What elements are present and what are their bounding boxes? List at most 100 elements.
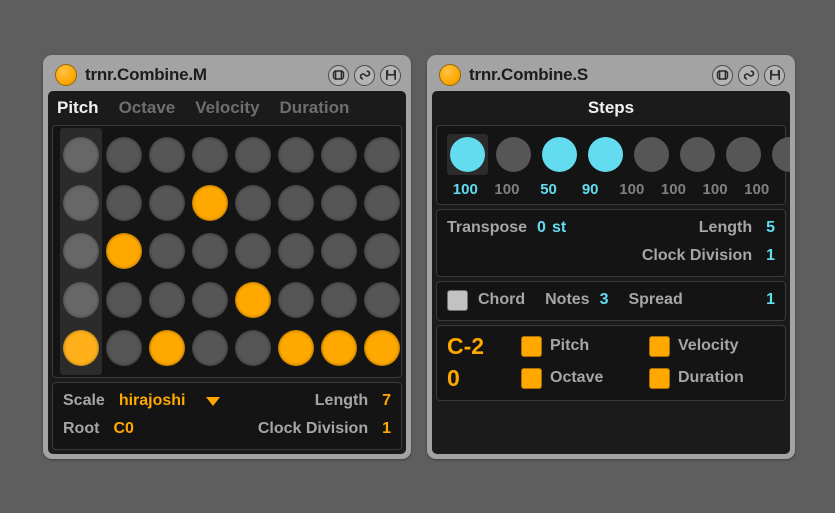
tab-duration[interactable]: Duration [280, 98, 350, 118]
pitch-cell-r4-c8[interactable] [364, 279, 400, 320]
duration-checkbox[interactable] [649, 368, 670, 389]
pitch-cell-r5-c4[interactable] [192, 328, 228, 369]
velocity-checkbox[interactable] [649, 336, 670, 357]
pitch-cell-r3-c4[interactable] [192, 231, 228, 272]
step-value-4[interactable]: 90 [572, 181, 609, 198]
pitch-cell-r5-c2[interactable] [106, 328, 142, 369]
clock-division-value[interactable]: 1 [766, 247, 775, 265]
pitch-cell-r2-c3[interactable] [149, 182, 185, 223]
pitch-cell-r1-c3[interactable] [149, 134, 185, 175]
tab-octave[interactable]: Octave [119, 98, 176, 118]
tab-pitch[interactable]: Pitch [57, 98, 99, 118]
pitch-dot-off [278, 185, 314, 221]
step-value-6[interactable]: 100 [655, 181, 692, 198]
step-value-5[interactable]: 100 [614, 181, 651, 198]
pitch-checkbox[interactable] [521, 336, 542, 357]
patcher-edit-icon[interactable] [712, 65, 733, 86]
pitch-cell-r2-c4[interactable] [192, 182, 228, 223]
pitch-cell-r1-c6[interactable] [278, 134, 314, 175]
spread-label: Spread [628, 291, 682, 309]
pitch-cell-r1-c5[interactable] [235, 134, 271, 175]
pitch-cell-r2-c1[interactable] [63, 182, 99, 223]
save-icon[interactable] [764, 65, 785, 86]
pitch-cell-r2-c7[interactable] [321, 182, 357, 223]
pitch-cell-r1-c4[interactable] [192, 134, 228, 175]
toggle-octave[interactable]: Octave [521, 368, 649, 389]
pitch-cell-r5-c5[interactable] [235, 328, 271, 369]
transpose-value[interactable]: 0 [537, 219, 546, 237]
pitch-cell-r1-c1[interactable] [63, 134, 99, 175]
pitch-cell-r1-c2[interactable] [106, 134, 142, 175]
pitch-cell-r2-c8[interactable] [364, 182, 400, 223]
pitch-cell-r4-c1[interactable] [63, 279, 99, 320]
save-icon[interactable] [380, 65, 401, 86]
chevron-down-icon[interactable] [206, 397, 220, 406]
notes-value[interactable]: 3 [600, 291, 609, 309]
toggle-velocity[interactable]: Velocity [649, 336, 777, 357]
step-cell-1[interactable] [447, 134, 488, 175]
step-value-1[interactable]: 100 [447, 181, 484, 198]
pitch-cell-r4-c7[interactable] [321, 279, 357, 320]
pitch-cell-r2-c5[interactable] [235, 182, 271, 223]
step-cell-5[interactable] [631, 134, 672, 175]
step-dot-on [588, 137, 623, 172]
octave-value[interactable]: 0 [447, 365, 521, 392]
power-led-icon[interactable] [55, 64, 77, 86]
pitch-dot-off [149, 137, 185, 173]
pitch-cell-r1-c7[interactable] [321, 134, 357, 175]
step-values[interactable]: 1001005090100100100100 [447, 181, 775, 198]
pitch-cell-r5-c3[interactable] [149, 328, 185, 369]
toggle-duration[interactable]: Duration [649, 368, 777, 389]
link-icon[interactable] [354, 65, 375, 86]
pitch-cell-r1-c8[interactable] [364, 134, 400, 175]
pitch-cell-r4-c2[interactable] [106, 279, 142, 320]
step-cell-6[interactable] [677, 134, 718, 175]
pitch-cell-r4-c3[interactable] [149, 279, 185, 320]
master-parameters: Scale hirajoshi Length 7 Root C0 Clock D… [52, 382, 402, 450]
patcher-edit-icon[interactable] [328, 65, 349, 86]
step-cell-4[interactable] [585, 134, 626, 175]
pitch-cell-r3-c8[interactable] [364, 231, 400, 272]
note-value[interactable]: C-2 [447, 333, 521, 360]
pitch-cell-r5-c1[interactable] [63, 328, 99, 369]
step-value-8[interactable]: 100 [738, 181, 775, 198]
pitch-cell-r3-c5[interactable] [235, 231, 271, 272]
pitch-cell-r5-c8[interactable] [364, 328, 400, 369]
octave-checkbox[interactable] [521, 368, 542, 389]
pitch-cell-r5-c7[interactable] [321, 328, 357, 369]
step-cell-3[interactable] [539, 134, 580, 175]
link-icon[interactable] [738, 65, 759, 86]
pitch-cell-r4-c4[interactable] [192, 279, 228, 320]
chord-checkbox[interactable] [447, 290, 468, 311]
scale-value[interactable]: hirajoshi [119, 392, 186, 410]
pitch-cell-r4-c5[interactable] [235, 279, 271, 320]
clock-division-value[interactable]: 1 [382, 420, 391, 438]
pitch-cell-r5-c6[interactable] [278, 328, 314, 369]
transpose-unit: st [552, 219, 566, 237]
step-circles[interactable] [447, 134, 775, 175]
pitch-cell-r2-c6[interactable] [278, 182, 314, 223]
toggle-pitch[interactable]: Pitch [521, 336, 649, 357]
pitch-cell-r3-c7[interactable] [321, 231, 357, 272]
pitch-cell-r3-c2[interactable] [106, 231, 142, 272]
pitch-grid-cells[interactable] [63, 134, 391, 369]
step-value-7[interactable]: 100 [697, 181, 734, 198]
pitch-cell-r2-c2[interactable] [106, 182, 142, 223]
output-row-1: C-2 Pitch Velocity [447, 330, 775, 362]
pitch-cell-r4-c6[interactable] [278, 279, 314, 320]
step-cell-2[interactable] [493, 134, 534, 175]
step-cell-7[interactable] [723, 134, 764, 175]
length-value[interactable]: 5 [766, 219, 775, 237]
step-value-3[interactable]: 50 [530, 181, 567, 198]
pitch-cell-r3-c3[interactable] [149, 231, 185, 272]
power-led-icon[interactable] [439, 64, 461, 86]
pitch-cell-r3-c6[interactable] [278, 231, 314, 272]
output-section: C-2 Pitch Velocity 0 Octave Dur [436, 325, 786, 401]
length-value[interactable]: 7 [382, 392, 391, 410]
step-value-2[interactable]: 100 [489, 181, 526, 198]
step-cell-8[interactable] [769, 134, 790, 175]
tab-velocity[interactable]: Velocity [195, 98, 259, 118]
pitch-cell-r3-c1[interactable] [63, 231, 99, 272]
spread-value[interactable]: 1 [766, 291, 775, 309]
root-value[interactable]: C0 [113, 420, 133, 438]
